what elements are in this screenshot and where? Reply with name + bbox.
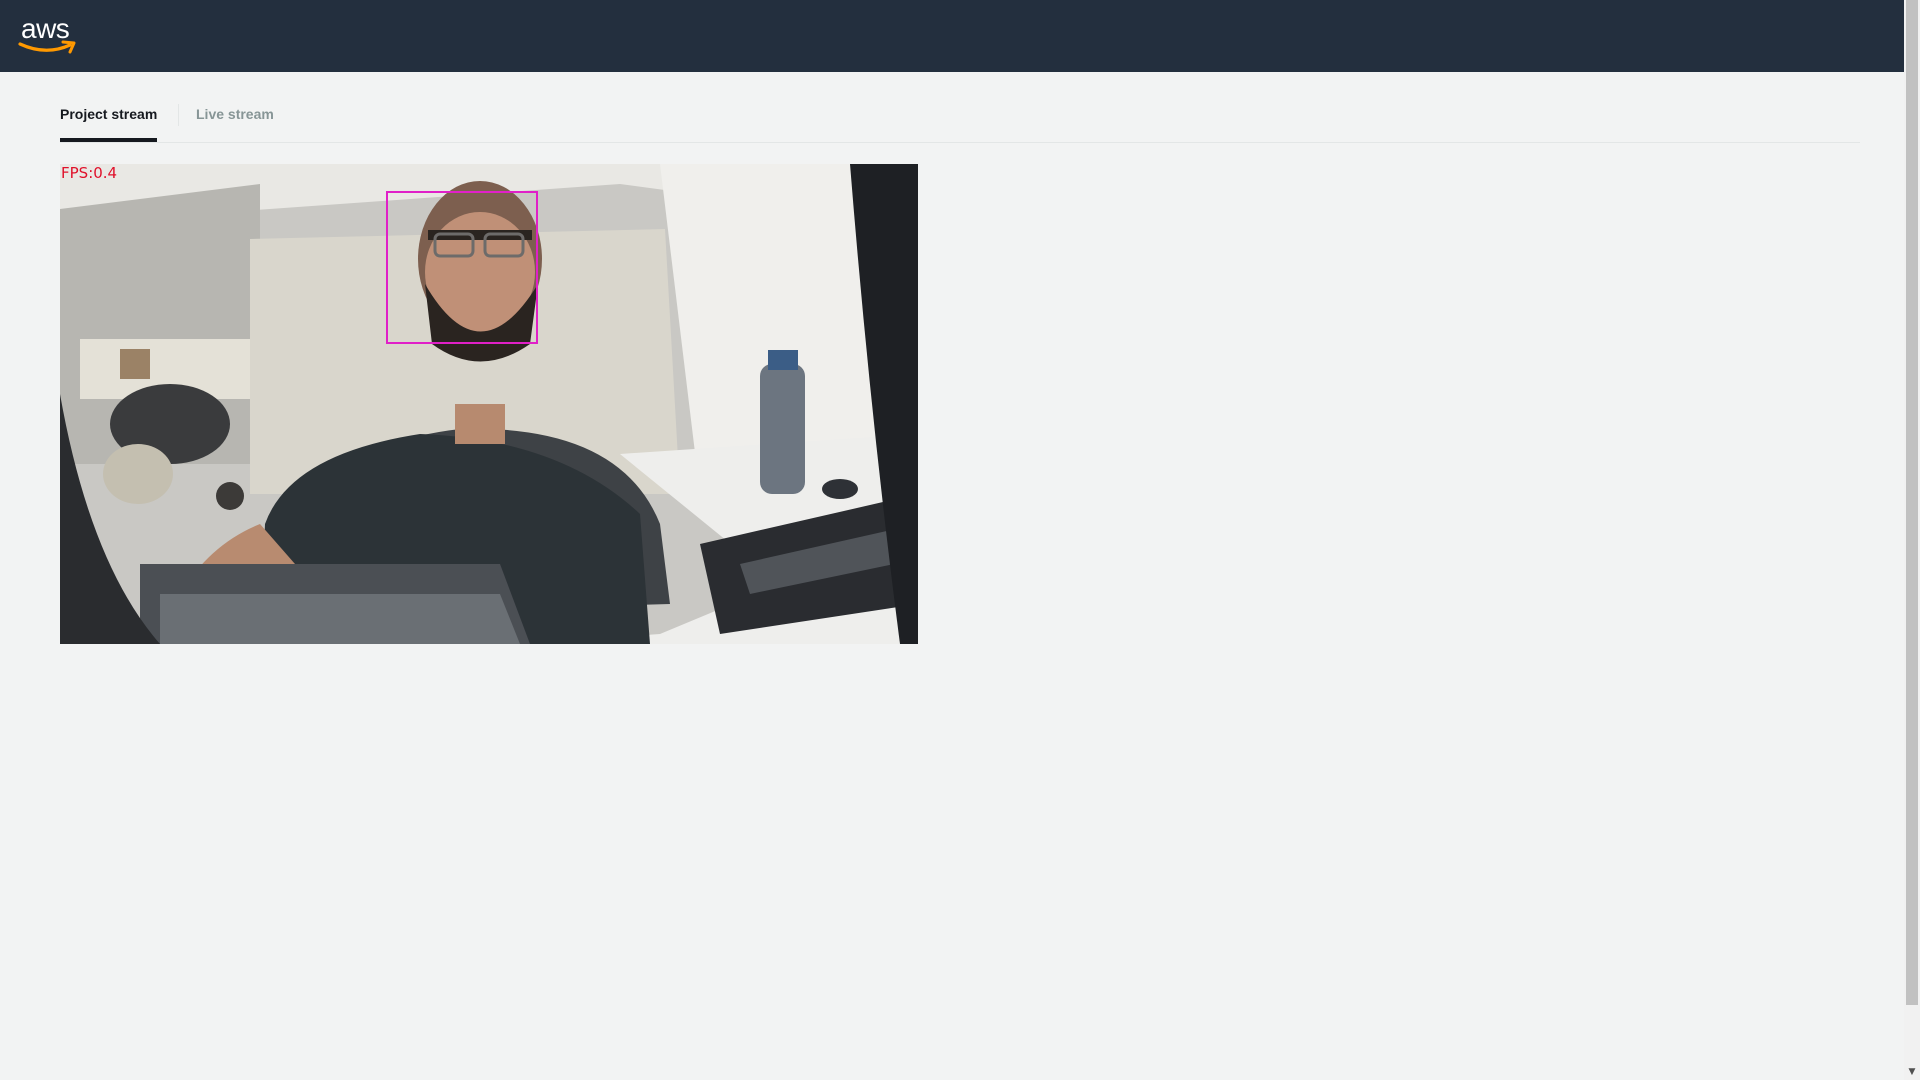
tab-live-stream[interactable]: Live stream (196, 96, 274, 142)
aws-smile-arrow-icon (18, 40, 76, 54)
top-navigation-bar: aws (0, 0, 1904, 72)
tab-divider (178, 104, 179, 126)
stream-tabs: Project stream Live stream (60, 96, 1860, 143)
tab-project-stream[interactable]: Project stream (60, 96, 158, 142)
page-scrollbar[interactable]: ▼ (1904, 0, 1920, 1080)
fps-counter: FPS:0.4 (61, 164, 118, 182)
aws-logo[interactable]: aws (18, 14, 80, 56)
scrollbar-thumb[interactable] (1906, 0, 1918, 1005)
scroll-down-arrow-icon[interactable]: ▼ (1904, 1064, 1920, 1080)
video-stream-frame: FPS:0.4 (60, 164, 918, 644)
camera-frame-image (60, 164, 918, 644)
